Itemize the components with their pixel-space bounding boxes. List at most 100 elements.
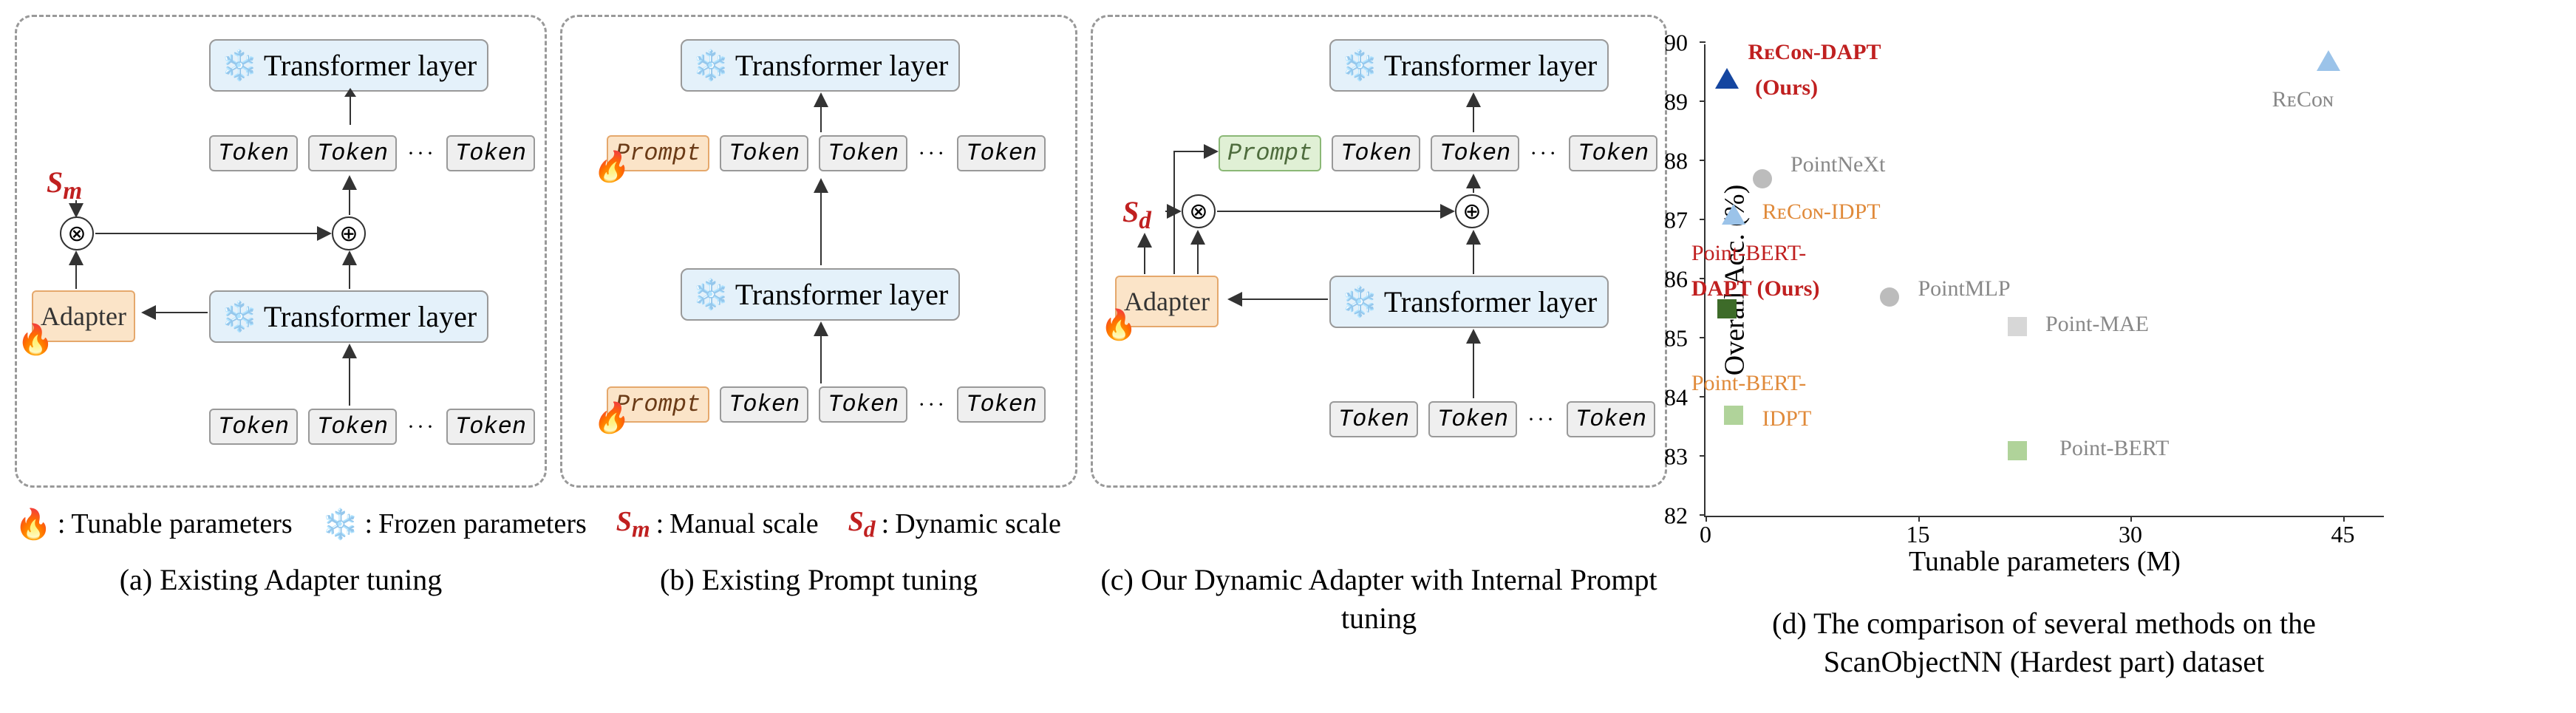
token: Token <box>1428 401 1517 437</box>
panel-dynamic-adapter-prompt: ❄️ Transformer layer Prompt Token Token … <box>1091 15 1667 488</box>
transformer-label: Transformer layer <box>735 48 948 83</box>
panel-adapter-tuning: ❄️ Transformer layer Token Token ··· Tok… <box>15 15 547 488</box>
legend-sm-desc: Manual scale <box>669 508 819 540</box>
transformer-label: Transformer layer <box>264 299 477 334</box>
token-row-top: Prompt Token Token ··· Token <box>1219 135 1657 171</box>
transformer-label: Transformer layer <box>735 277 948 312</box>
ytick: 86 <box>1664 266 1688 293</box>
fire-icon: 🔥 <box>15 507 52 542</box>
prompt-token: Prompt 🔥 <box>607 386 709 423</box>
plus-node: ⊕ <box>332 216 366 250</box>
chart-point <box>2008 441 2027 460</box>
snowflake-icon: ❄️ <box>221 48 258 83</box>
token: Token <box>957 135 1046 171</box>
legend-frozen-label: Frozen parameters <box>378 508 587 540</box>
legend-tunable-label: Tunable parameters <box>71 508 292 540</box>
token-row-bottom: Prompt 🔥 Token Token ··· Token <box>607 386 1046 423</box>
chart-xlabel: Tunable parameters (M) <box>1909 545 2181 578</box>
snowflake-icon: ❄️ <box>692 277 729 312</box>
adapter-block: Adapter 🔥 <box>32 290 135 342</box>
chart-point <box>1753 169 1772 188</box>
ellipsis: ··· <box>407 415 436 440</box>
scatter-chart: Overall Acc. (%) Tunable parameters (M) … <box>1704 44 2384 517</box>
ytick: 83 <box>1664 443 1688 471</box>
chart-point <box>2008 317 2027 336</box>
token-row-top: Prompt 🔥 Token Token ··· Token <box>607 135 1046 171</box>
caption-c: (c) Our Dynamic Adapter with Internal Pr… <box>1091 561 1667 638</box>
fire-icon: 🔥 <box>17 322 54 357</box>
caption-a: (a) Existing Adapter tuning <box>15 561 547 638</box>
xtick: 15 <box>1907 521 1930 548</box>
transformer-layer-bottom: ❄️ Transformer layer <box>209 290 488 343</box>
token: Token <box>1567 401 1655 437</box>
token-row-bottom: Token Token ··· Token <box>1329 401 1655 437</box>
transformer-layer-top: ❄️ Transformer layer <box>209 39 488 92</box>
chart-point <box>1715 68 1739 89</box>
snowflake-icon: ❄️ <box>1341 48 1378 83</box>
token: Token <box>1329 401 1418 437</box>
ellipsis: ··· <box>407 141 436 166</box>
chart-point <box>1880 287 1899 307</box>
xtick: 0 <box>1700 521 1711 548</box>
chart-point-label: RᴇCᴏɴ <box>2272 87 2334 112</box>
ellipsis: ··· <box>1527 407 1556 432</box>
ytick: 88 <box>1664 148 1688 175</box>
token: Token <box>209 135 298 171</box>
legend-sd-desc: Dynamic scale <box>895 508 1061 540</box>
chart-point <box>2317 50 2340 71</box>
transformer-layer-top: ❄️ Transformer layer <box>1329 39 1609 92</box>
chart-point-label: IDPT <box>1762 406 1812 431</box>
chart-point-label: DAPT (Ours) <box>1691 276 1820 301</box>
legend-sm: Sm: Manual scale <box>616 505 819 543</box>
chart-point-label: PointMLP <box>1918 276 2011 301</box>
token: Token <box>446 409 535 445</box>
snowflake-icon: ❄️ <box>1341 284 1378 319</box>
token: Token <box>308 135 397 171</box>
token: Token <box>957 386 1046 423</box>
token-row-top: Token Token ··· Token <box>209 135 535 171</box>
chart-point-label: RᴇCᴏɴ-IDPT <box>1762 199 1881 225</box>
panel-prompt-tuning: ❄️ Transformer layer Prompt 🔥 Token Toke… <box>560 15 1077 488</box>
token: Token <box>720 135 808 171</box>
ytick: 85 <box>1664 325 1688 352</box>
token: Token <box>209 409 298 445</box>
chart-point-label: RᴇCᴏɴ-DAPT <box>1748 40 1881 65</box>
fire-icon: 🔥 <box>1100 307 1137 342</box>
transformer-layer-bottom: ❄️ Transformer layer <box>1329 276 1609 328</box>
multiply-node: ⊗ <box>60 216 94 250</box>
token: Token <box>308 409 397 445</box>
chart-point <box>1722 204 1745 225</box>
prompt-token-internal: Prompt <box>1219 135 1321 171</box>
transformer-label: Transformer layer <box>264 48 477 83</box>
xtick: 45 <box>2331 521 2355 548</box>
snowflake-icon: ❄️ <box>322 507 359 542</box>
ytick: 82 <box>1664 502 1688 530</box>
legend-row: 🔥: Tunable parameters ❄️: Frozen paramet… <box>15 505 1667 543</box>
ytick: 84 <box>1664 384 1688 412</box>
prompt-token: Prompt 🔥 <box>607 135 709 171</box>
token: Token <box>819 386 907 423</box>
transformer-layer-top: ❄️ Transformer layer <box>681 39 960 92</box>
transformer-label: Transformer layer <box>1384 284 1597 319</box>
token: Token <box>1431 135 1519 171</box>
arrow-icon <box>350 95 351 125</box>
token: Token <box>819 135 907 171</box>
ellipsis: ··· <box>918 141 947 166</box>
snowflake-icon: ❄️ <box>221 299 258 334</box>
transformer-layer-bottom: ❄️ Transformer layer <box>681 268 960 321</box>
token-row-bottom: Token Token ··· Token <box>209 409 535 445</box>
chart-point-label: Point-BERT- <box>1691 241 1806 266</box>
multiply-node: ⊗ <box>1182 194 1216 228</box>
chart-point-label: PointNeXt <box>1790 152 1885 177</box>
ytick: 87 <box>1664 207 1688 234</box>
sm-symbol: Sm <box>47 165 82 205</box>
caption-d: (d) The comparison of several methods on… <box>1682 604 2406 681</box>
sd-symbol: Sd <box>1122 194 1151 235</box>
legend-frozen: ❄️: Frozen parameters <box>322 507 587 542</box>
fire-icon: 🔥 <box>592 400 629 437</box>
chart-point-label: Point-BERT <box>2059 436 2169 461</box>
fire-icon: 🔥 <box>592 149 629 186</box>
snowflake-icon: ❄️ <box>692 48 729 83</box>
token: Token <box>446 135 535 171</box>
transformer-label: Transformer layer <box>1384 48 1597 83</box>
